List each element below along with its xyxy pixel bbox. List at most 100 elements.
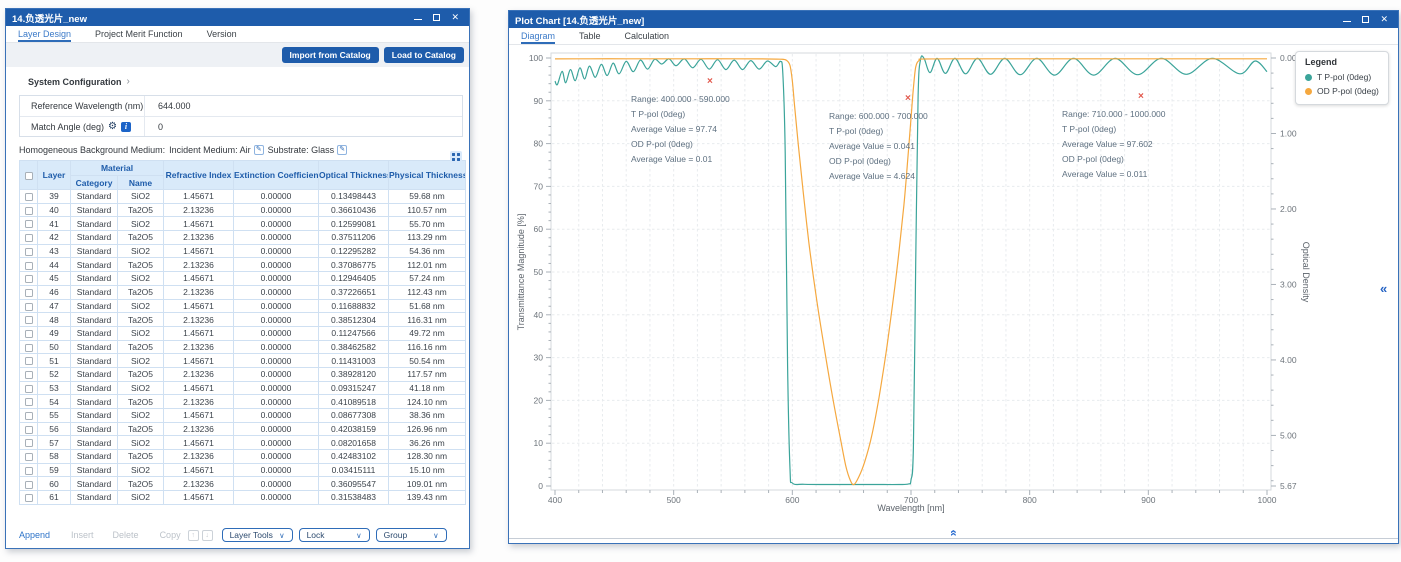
row-checkbox[interactable] [25, 453, 33, 461]
row-checkbox[interactable] [25, 248, 33, 256]
import-from-catalog-button[interactable]: Import from Catalog [282, 47, 379, 63]
cell-optical-thickness: 0.37511206 [319, 231, 389, 245]
minimize-icon[interactable] [1343, 21, 1351, 22]
tab-table[interactable]: Table [579, 31, 601, 44]
table-row[interactable]: 58StandardTa2O52.132360.000000.424831021… [20, 450, 466, 464]
close-icon[interactable]: ✕ [1380, 15, 1388, 24]
cell-optical-thickness: 0.13498443 [319, 190, 389, 204]
svg-text:40: 40 [534, 310, 544, 320]
tab-calculation[interactable]: Calculation [625, 31, 670, 44]
cell-extinction-coefficient: 0.00000 [234, 436, 319, 450]
select-all-header [20, 161, 38, 190]
tab-diagram[interactable]: Diagram [521, 31, 555, 44]
cell-refractive-index: 2.13236 [164, 203, 234, 217]
annotation-close-icon[interactable]: × [707, 77, 713, 87]
table-settings-icon[interactable] [450, 151, 462, 163]
info-icon[interactable]: i [121, 122, 131, 132]
table-row[interactable]: 39StandardSiO21.456710.000000.1349844359… [20, 190, 466, 204]
row-checkbox[interactable] [25, 289, 33, 297]
table-row[interactable]: 51StandardSiO21.456710.000000.1143100350… [20, 354, 466, 368]
system-configuration-header[interactable]: System Configuration › [28, 76, 469, 87]
annotation-close-icon[interactable]: × [905, 94, 911, 104]
col-header-material: Material [71, 161, 164, 176]
expand-up-icon[interactable]: « [947, 530, 961, 537]
edit-incident-medium-icon[interactable]: ✎ [254, 145, 264, 155]
cell-refractive-index: 1.45671 [164, 299, 234, 313]
table-row[interactable]: 55StandardSiO21.456710.000000.0867730838… [20, 409, 466, 423]
annotation-close-icon[interactable]: × [1138, 92, 1144, 102]
table-row[interactable]: 54StandardTa2O52.132360.000000.410895181… [20, 395, 466, 409]
table-row[interactable]: 42StandardTa2O52.132360.000000.375112061… [20, 231, 466, 245]
row-checkbox[interactable] [25, 262, 33, 270]
group-dropdown[interactable]: Group∨ [376, 528, 447, 542]
row-checkbox[interactable] [25, 426, 33, 434]
row-checkbox[interactable] [25, 316, 33, 324]
table-row[interactable]: 44StandardTa2O52.132360.000000.370867751… [20, 258, 466, 272]
row-checkbox[interactable] [25, 371, 33, 379]
svg-text:500: 500 [667, 495, 681, 505]
cell-layer: 40 [38, 203, 71, 217]
row-checkbox[interactable] [25, 275, 33, 283]
maximize-icon[interactable] [1362, 16, 1369, 23]
table-row[interactable]: 60StandardTa2O52.132360.000000.360955471… [20, 477, 466, 491]
table-row[interactable]: 47StandardSiO21.456710.000000.1168883251… [20, 299, 466, 313]
row-checkbox[interactable] [25, 398, 33, 406]
table-row[interactable]: 41StandardSiO21.456710.000000.1259908155… [20, 217, 466, 231]
tab-version[interactable]: Version [207, 29, 237, 42]
cell-extinction-coefficient: 0.00000 [234, 258, 319, 272]
row-checkbox[interactable] [25, 193, 33, 201]
row-checkbox[interactable] [25, 385, 33, 393]
cell-refractive-index: 1.45671 [164, 491, 234, 505]
row-checkbox[interactable] [25, 467, 33, 475]
table-row[interactable]: 56StandardTa2O52.132360.000000.420381591… [20, 422, 466, 436]
table-row[interactable]: 49StandardSiO21.456710.000000.1124756649… [20, 326, 466, 340]
table-row[interactable]: 61StandardSiO21.456710.000000.3153848313… [20, 491, 466, 505]
select-all-checkbox[interactable] [25, 172, 33, 180]
row-checkbox[interactable] [25, 234, 33, 242]
row-checkbox[interactable] [25, 357, 33, 365]
row-checkbox[interactable] [25, 207, 33, 215]
table-row[interactable]: 50StandardTa2O52.132360.000000.384625821… [20, 340, 466, 354]
match-angle-value[interactable]: 0 [145, 122, 163, 132]
cell-category: Standard [71, 463, 118, 477]
table-row[interactable]: 59StandardSiO21.456710.000000.0341511115… [20, 463, 466, 477]
row-checkbox[interactable] [25, 494, 33, 502]
row-checkbox[interactable] [25, 330, 33, 338]
row-checkbox[interactable] [25, 344, 33, 352]
gear-icon[interactable]: ⚙ [108, 122, 117, 132]
maximize-icon[interactable] [433, 14, 440, 21]
cell-refractive-index: 2.13236 [164, 422, 234, 436]
table-row[interactable]: 53StandardSiO21.456710.000000.0931524741… [20, 381, 466, 395]
row-checkbox[interactable] [25, 412, 33, 420]
row-checkbox[interactable] [25, 439, 33, 447]
table-row[interactable]: 46StandardTa2O52.132360.000000.372266511… [20, 285, 466, 299]
close-icon[interactable]: ✕ [451, 13, 459, 22]
cell-refractive-index: 2.13236 [164, 231, 234, 245]
table-row[interactable]: 43StandardSiO21.456710.000000.1229528254… [20, 244, 466, 258]
table-row[interactable]: 52StandardTa2O52.132360.000000.389281201… [20, 367, 466, 381]
load-to-catalog-button[interactable]: Load to Catalog [384, 47, 464, 63]
table-row[interactable]: 45StandardSiO21.456710.000000.1294640557… [20, 272, 466, 286]
lock-dropdown[interactable]: Lock∨ [299, 528, 370, 542]
minimize-icon[interactable] [414, 19, 422, 20]
tab-layer-design[interactable]: Layer Design [18, 29, 71, 42]
table-row[interactable]: 40StandardTa2O52.132360.000000.366104361… [20, 203, 466, 217]
cell-physical-thickness: 126.96 nm [389, 422, 466, 436]
row-checkbox[interactable] [25, 481, 33, 489]
cell-refractive-index: 2.13236 [164, 477, 234, 491]
row-checkbox[interactable] [25, 220, 33, 228]
annotation-line: Average Value = 0.041 [829, 139, 928, 154]
row-checkbox[interactable] [25, 303, 33, 311]
edit-substrate-icon[interactable]: ✎ [337, 145, 347, 155]
tab-project-merit-function[interactable]: Project Merit Function [95, 29, 183, 42]
cell-name: SiO2 [118, 299, 164, 313]
layer-tools-dropdown[interactable]: Layer Tools∨ [222, 528, 293, 542]
table-row[interactable]: 57StandardSiO21.456710.000000.0820165836… [20, 436, 466, 450]
cell-layer: 57 [38, 436, 71, 450]
cell-layer: 49 [38, 326, 71, 340]
reference-wavelength-value[interactable]: 644.000 [145, 101, 191, 111]
append-button[interactable]: Append [19, 530, 50, 540]
collapse-panel-icon[interactable]: « [1380, 281, 1387, 296]
table-row[interactable]: 48StandardTa2O52.132360.000000.385123041… [20, 313, 466, 327]
cell-physical-thickness: 116.16 nm [389, 340, 466, 354]
